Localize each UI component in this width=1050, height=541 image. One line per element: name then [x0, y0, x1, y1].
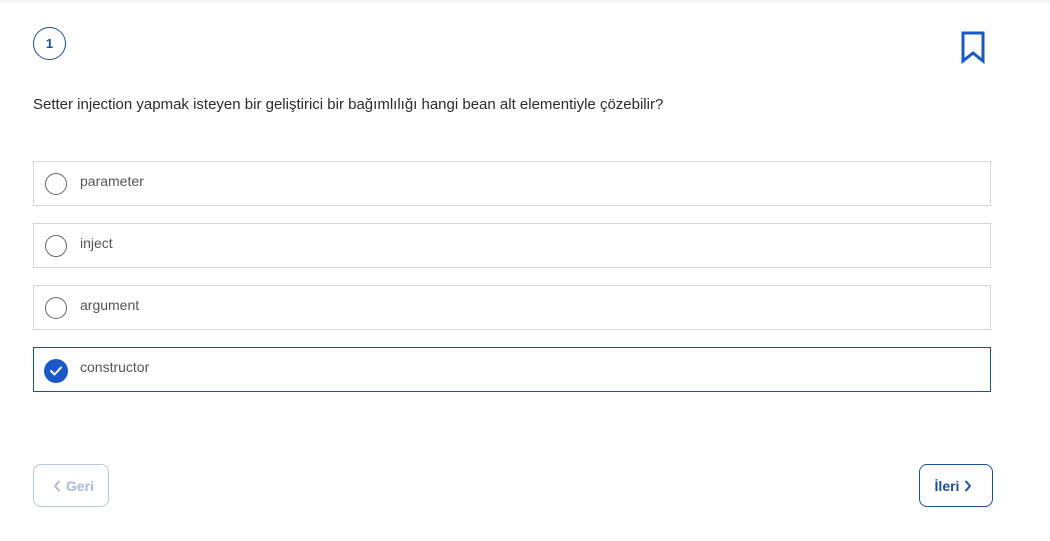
top-shadow — [0, 0, 1050, 4]
option-label: argument — [80, 297, 140, 313]
option-argument[interactable]: argument — [33, 285, 991, 330]
next-label: İleri — [934, 477, 960, 494]
option-parameter[interactable]: parameter — [33, 161, 991, 206]
chevron-right-icon — [964, 480, 972, 492]
question-text: Setter injection yapmak isteyen bir geli… — [33, 96, 664, 113]
check-icon — [50, 366, 62, 376]
radio-button[interactable] — [45, 297, 67, 319]
radio-button[interactable] — [45, 173, 67, 195]
next-button[interactable]: İleri — [919, 464, 993, 507]
question-number: 1 — [45, 36, 54, 51]
chevron-left-icon — [53, 480, 61, 492]
back-label: Geri — [65, 477, 94, 494]
option-constructor[interactable]: constructor — [33, 347, 991, 392]
question-number-badge: 1 — [33, 27, 66, 60]
back-button[interactable]: Geri — [33, 464, 109, 507]
option-label: constructor — [80, 359, 150, 375]
bookmark-icon[interactable] — [959, 30, 987, 65]
option-label: inject — [80, 235, 113, 251]
option-label: parameter — [80, 173, 144, 189]
radio-button[interactable] — [45, 235, 67, 257]
radio-button-checked[interactable] — [44, 359, 68, 383]
option-inject[interactable]: inject — [33, 223, 991, 268]
